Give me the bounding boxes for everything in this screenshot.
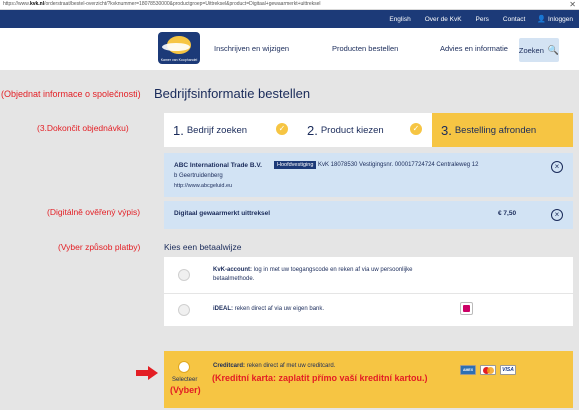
select-label: Selecteer	[172, 377, 198, 383]
payment-heading: Kies een betaalwijze	[164, 242, 242, 252]
annotation-credit-card-lead: (Kreditní karta:	[212, 373, 279, 383]
url-domain: kvk.nl	[29, 1, 45, 7]
radio-creditcard[interactable]	[178, 361, 190, 373]
user-icon: 👤	[537, 16, 547, 23]
step-2-number: 2.	[307, 122, 318, 138]
product-name: Digitaal gewaarmerkt uittreksel	[174, 210, 271, 217]
payment-text-creditcard: Creditcard: reken direct af met uw credi…	[213, 362, 335, 371]
company-address: b Geertruidenberg	[174, 173, 223, 179]
search-button[interactable]: Zoeken 🔍	[519, 38, 559, 62]
step-2-label: Product kiezen	[320, 124, 384, 136]
company-badge: Hoofdvestiging	[274, 161, 317, 169]
company-info: KvK 18078530 Vestigingsnr. 000017724724 …	[318, 162, 479, 168]
annotation-credit-card: (Kreditní karta: zaplatit přímo vaší kre…	[212, 373, 428, 383]
annotation-select: (Vyber)	[170, 385, 201, 395]
payment-title-creditcard: Creditcard:	[213, 363, 246, 369]
annotation-order-info: (Objednat informace o společnosti)	[1, 89, 141, 99]
search-icon: 🔍	[547, 44, 560, 55]
remove-company-close-icon[interactable]: ×	[551, 161, 563, 173]
payment-text-ideal: iDEAL: reken direct af via uw eigen bank…	[213, 305, 324, 314]
step-1[interactable]: 1. Bedrijf zoeken ✓	[164, 113, 298, 147]
utility-links: English Over de KvK Pers Contact 👤 Inlog…	[375, 10, 573, 28]
logo-swoosh-shape	[162, 43, 190, 51]
kvk-logo[interactable]: Kamer van Koophandel	[158, 32, 200, 64]
login-link[interactable]: Inloggen	[548, 16, 573, 23]
mastercard-icon	[480, 365, 496, 375]
annotation-complete-order: (3.Dokončit objednávku)	[37, 123, 129, 133]
payment-desc2-kvk-account: betaalmethode.	[213, 275, 255, 282]
radio-ideal[interactable]	[178, 304, 190, 316]
company-website-link[interactable]: http://www.abcgeluid.eu	[174, 183, 232, 189]
amex-card-icon: AMEX	[460, 365, 476, 375]
nav-inschrijven[interactable]: Inschrijven en wijzigen	[214, 44, 289, 53]
red-arrow-icon	[136, 366, 158, 380]
payment-desc-creditcard: reken direct af met uw creditcard.	[246, 363, 336, 369]
product-row: Digitaal gewaarmerkt uittreksel € 7,50 ×	[164, 201, 573, 229]
link-pers[interactable]: Pers	[476, 16, 489, 23]
nav-advies[interactable]: Advies en informatie	[440, 44, 508, 53]
annotation-digital-extract: (Digitálně ověřený výpis)	[47, 207, 141, 217]
step-1-label: Bedrijf zoeken	[186, 124, 248, 136]
step-1-check-icon: ✓	[276, 123, 288, 135]
step-2-check-icon: ✓	[410, 123, 422, 135]
ideal-logo-icon	[460, 302, 473, 315]
payment-option-ideal[interactable]: iDEAL: reken direct af via uw eigen bank…	[164, 294, 573, 326]
browser-url-bar[interactable]: https://www.kvk.nl/orderstraat/bestel-ov…	[0, 0, 579, 10]
step-3-label: Bestelling afronden	[454, 124, 537, 136]
annotation-payment-method: (Vyber způsob platby)	[58, 242, 141, 252]
payment-title-kvk-account: KvK-account:	[213, 267, 253, 273]
link-over-de-kvk[interactable]: Over de KvK	[425, 16, 462, 23]
top-utility-bar: English Over de KvK Pers Contact 👤 Inlog…	[0, 10, 579, 28]
link-contact[interactable]: Contact	[503, 16, 525, 23]
step-3: 3. Bestelling afronden	[432, 113, 573, 147]
step-2[interactable]: 2. Product kiezen ✓	[298, 113, 432, 147]
link-english[interactable]: English	[389, 16, 410, 23]
nav-producten[interactable]: Producten bestellen	[332, 44, 398, 53]
visa-card-icon: VISA	[500, 365, 516, 375]
company-name: ABC International Trade B.V.	[174, 162, 262, 169]
payment-desc-ideal: reken direct af via uw eigen bank.	[234, 306, 325, 312]
url-prefix: https://www.	[3, 1, 30, 7]
browser-close-icon[interactable]: ✕	[569, 0, 576, 9]
remove-product-close-icon[interactable]: ×	[551, 209, 563, 221]
credit-card-logos: AMEX VISA	[460, 365, 520, 375]
step-1-number: 1.	[173, 122, 184, 138]
page-title: Bedrijfsinformatie bestellen	[154, 86, 311, 101]
payment-option-kvk-account[interactable]: KvK-account: log in met uw toegangscode …	[164, 257, 573, 293]
radio-kvk-account[interactable]	[178, 269, 190, 281]
url-path: /orderstraat/bestel-overzicht/?kvknummer…	[44, 1, 321, 7]
search-label: Zoeken	[518, 45, 544, 55]
order-steps: 1. Bedrijf zoeken ✓ 2. Product kiezen ✓ …	[164, 113, 573, 147]
company-card: ABC International Trade B.V. Hoofdvestig…	[164, 153, 573, 197]
product-price: € 7,50	[498, 210, 517, 217]
step-3-number: 3.	[441, 122, 452, 138]
logo-text: Kamer van Koophandel	[160, 58, 198, 62]
payment-title-ideal: iDEAL:	[213, 306, 233, 312]
annotation-credit-card-rest: zaplatit přímo vaší kreditní kartou.)	[278, 373, 428, 383]
payment-text-kvk-account: KvK-account: log in met uw toegangscode …	[213, 266, 412, 283]
payment-desc-kvk-account: log in met uw toegangscode en reken af v…	[253, 267, 413, 273]
